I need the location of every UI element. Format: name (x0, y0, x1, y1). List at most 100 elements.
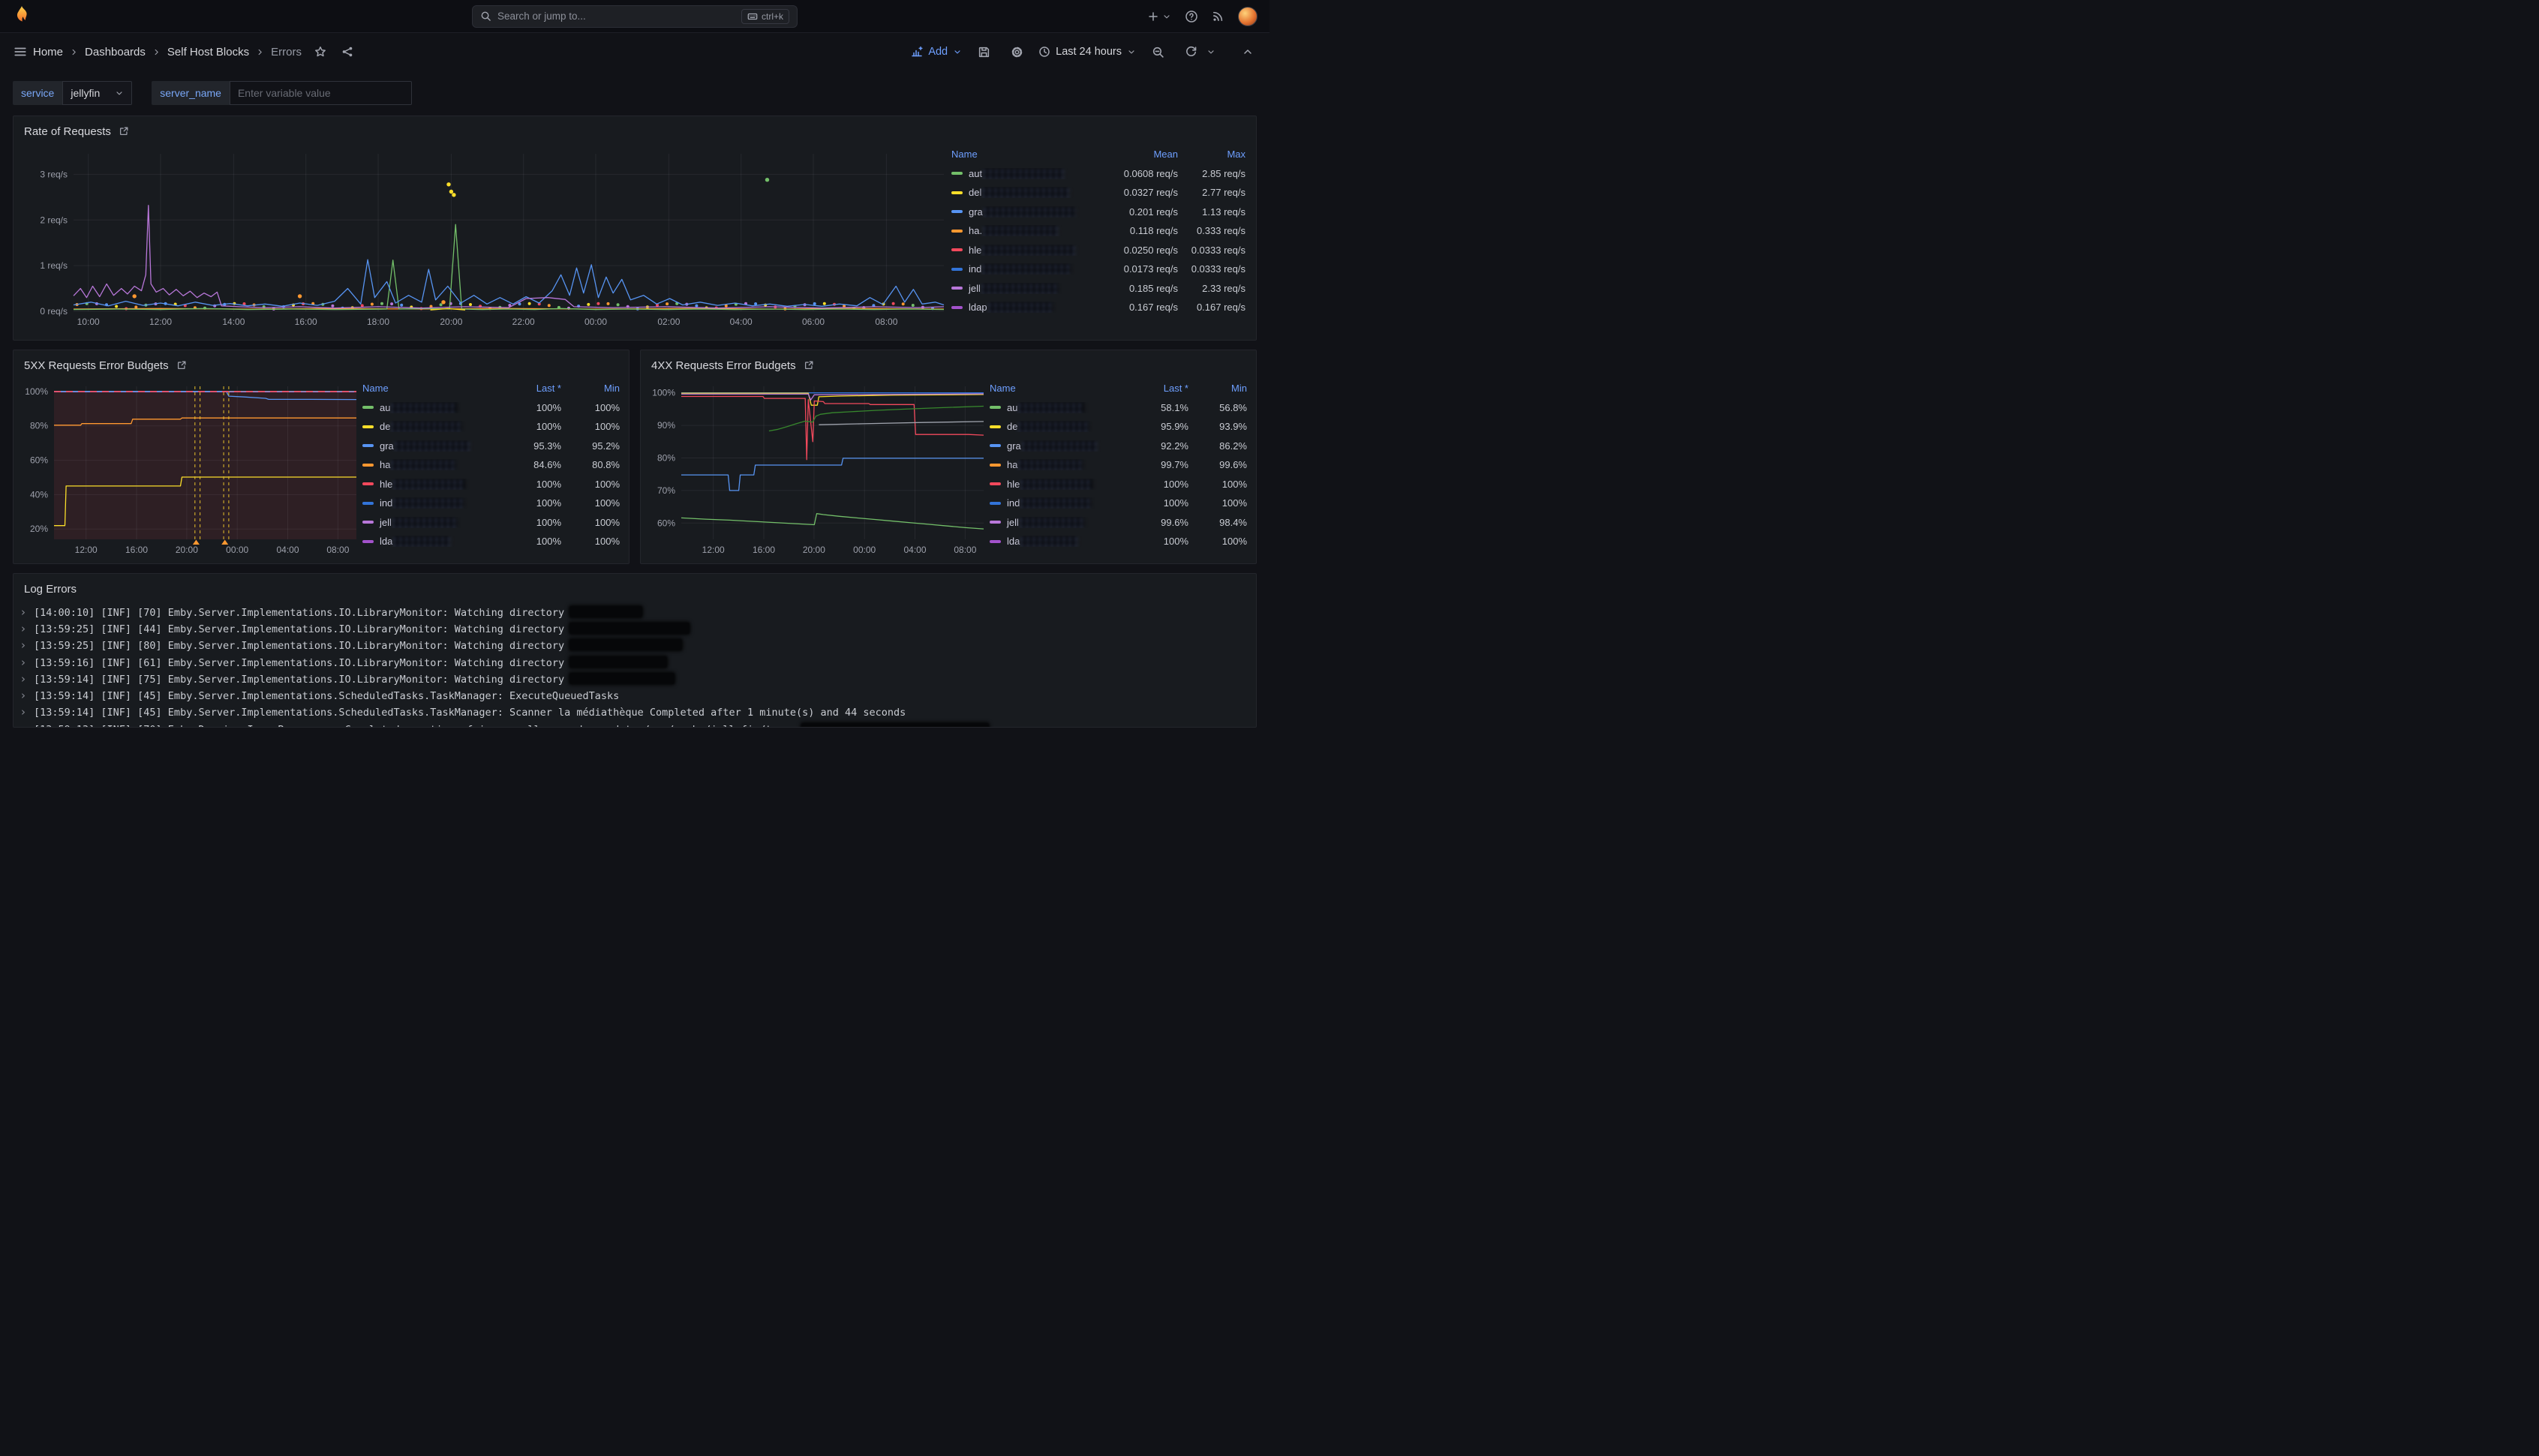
legend-row[interactable]: ha 99.7% 99.6% (990, 455, 1247, 475)
log-line[interactable]: ›[13:59:25] [INF] [44] Emby.Server.Imple… (21, 620, 1245, 637)
legend-row[interactable]: ind 0.0173 req/s 0.0333 req/s (951, 260, 1245, 279)
external-link-icon[interactable] (176, 360, 187, 371)
svg-text:08:00: 08:00 (875, 317, 897, 327)
redacted-series-name (1020, 517, 1084, 528)
svg-text:00:00: 00:00 (853, 545, 876, 555)
collapse-chevron-up-icon[interactable] (1236, 41, 1259, 63)
add-button[interactable]: Add (911, 46, 962, 58)
redacted-series-name (391, 421, 461, 432)
redacted-text (569, 639, 682, 650)
breadcrumb-self-host-blocks[interactable]: Self Host Blocks (167, 46, 249, 59)
expand-chevron-icon[interactable]: › (21, 623, 27, 635)
redacted-text (569, 623, 690, 634)
legend-row[interactable]: gra 92.2% 86.2% (990, 437, 1247, 456)
series-name-prefix: ha (1007, 459, 1017, 470)
favorite-star-icon[interactable] (309, 41, 332, 63)
panel-title[interactable]: 4XX Requests Error Budgets (651, 359, 796, 372)
legend-value-2: 100% (1188, 497, 1247, 509)
external-link-icon[interactable] (119, 126, 129, 137)
expand-chevron-icon[interactable]: › (21, 707, 27, 718)
add-panel-icon (911, 46, 923, 58)
time-range-picker[interactable]: Last 24 hours (1038, 46, 1136, 58)
service-picker[interactable]: jellyfin (62, 81, 132, 105)
redacted-series-name (982, 263, 1071, 275)
expand-chevron-icon[interactable]: › (21, 657, 27, 668)
legend-row[interactable]: lda 100% 100% (362, 532, 620, 551)
legend-row[interactable]: au 100% 100% (362, 398, 620, 418)
user-avatar[interactable] (1238, 7, 1257, 26)
rate-chart[interactable]: 0 req/s1 req/s2 req/s3 req/s10:0012:0014… (14, 142, 951, 338)
expand-chevron-icon[interactable]: › (21, 674, 27, 685)
panel-title[interactable]: Log Errors (24, 583, 77, 596)
save-icon[interactable] (972, 41, 995, 63)
legend-row[interactable]: hle 100% 100% (990, 475, 1247, 494)
panel-header: Log Errors (14, 574, 1256, 599)
zoom-out-icon[interactable] (1146, 41, 1169, 63)
series-swatch (362, 406, 374, 409)
legend-row[interactable]: hle 0.0250 req/s 0.0333 req/s (951, 241, 1245, 260)
svg-text:70%: 70% (657, 485, 675, 496)
log-line[interactable]: ›[13:59:14] [INF] [75] Emby.Server.Imple… (21, 671, 1245, 687)
legend-row[interactable]: ha 84.6% 80.8% (362, 455, 620, 475)
settings-gear-icon[interactable] (1005, 41, 1028, 63)
4xx-chart[interactable]: 60%70%80%90%100%12:0016:0020:0000:0004:0… (641, 376, 990, 564)
legend-row[interactable]: del 0.0327 req/s 2.77 req/s (951, 183, 1245, 203)
grafana-logo[interactable] (12, 5, 32, 28)
legend-row[interactable]: ind 100% 100% (990, 494, 1247, 513)
external-link-icon[interactable] (804, 360, 814, 371)
redacted-series-name (1018, 421, 1089, 432)
help-icon[interactable] (1185, 10, 1198, 23)
log-line[interactable]: ›[13:59:13] [INF] [70] Emby.Drawing.Imag… (21, 721, 1245, 728)
share-icon[interactable] (336, 41, 359, 63)
series-name-prefix: ind (380, 497, 392, 509)
breadcrumb-dashboards[interactable]: Dashboards (85, 46, 146, 59)
legend-row[interactable]: gra 95.3% 95.2% (362, 437, 620, 456)
legend-row[interactable]: jell 99.6% 98.4% (990, 513, 1247, 533)
search-input[interactable] (497, 11, 735, 22)
svg-text:80%: 80% (657, 453, 675, 464)
series-name-prefix: au (380, 402, 390, 413)
search-box[interactable]: ctrl+k (472, 5, 798, 28)
legend-value-2: 98.4% (1188, 517, 1247, 528)
legend-row[interactable]: de 95.9% 93.9% (990, 417, 1247, 437)
log-line[interactable]: ›[14:00:10] [INF] [70] Emby.Server.Imple… (21, 604, 1245, 620)
legend-row[interactable]: ldap 0.167 req/s 0.167 req/s (951, 298, 1245, 317)
panel-title[interactable]: 5XX Requests Error Budgets (24, 359, 169, 372)
refresh-icon[interactable] (1179, 41, 1202, 63)
legend-row[interactable]: de 100% 100% (362, 417, 620, 437)
series-swatch (951, 287, 963, 290)
legend-row[interactable]: ind 100% 100% (362, 494, 620, 513)
news-icon[interactable] (1212, 10, 1224, 23)
log-line[interactable]: ›[13:59:25] [INF] [80] Emby.Server.Imple… (21, 638, 1245, 654)
expand-chevron-icon[interactable]: › (21, 690, 27, 701)
legend-row[interactable]: hle 100% 100% (362, 475, 620, 494)
panel-title[interactable]: Rate of Requests (24, 125, 111, 138)
legend-row[interactable]: gra 0.201 req/s 1.13 req/s (951, 203, 1245, 222)
new-button[interactable] (1147, 11, 1171, 23)
legend-row[interactable]: lda 100% 100% (990, 532, 1247, 551)
series-swatch (951, 306, 963, 309)
legend-row[interactable]: ha. 0.118 req/s 0.333 req/s (951, 221, 1245, 241)
breadcrumb-home[interactable]: Home (33, 46, 63, 59)
legend-row[interactable]: jell 0.185 req/s 2.33 req/s (951, 279, 1245, 299)
refresh-interval-caret[interactable] (1206, 47, 1215, 56)
server-name-input[interactable] (230, 81, 412, 105)
legend-row[interactable]: aut 0.0608 req/s 2.85 req/s (951, 164, 1245, 184)
panel-4xx-error-budgets: 4XX Requests Error Budgets 60%70%80%90%1… (640, 350, 1257, 564)
log-line[interactable]: ›[13:59:16] [INF] [61] Emby.Server.Imple… (21, 654, 1245, 671)
menu-icon[interactable] (9, 41, 32, 63)
legend-row[interactable]: jell 100% 100% (362, 513, 620, 533)
series-name-prefix: ldap (969, 302, 987, 313)
legend-value-1: 100% (489, 479, 561, 490)
expand-chevron-icon[interactable]: › (21, 607, 27, 618)
5xx-chart[interactable]: 20%40%60%80%100%12:0016:0020:0000:0004:0… (14, 376, 362, 564)
svg-text:00:00: 00:00 (584, 317, 607, 327)
series-swatch (362, 502, 374, 505)
expand-chevron-icon[interactable]: › (21, 640, 27, 651)
log-line[interactable]: ›[13:59:14] [INF] [45] Emby.Server.Imple… (21, 704, 1245, 721)
log-line[interactable]: ›[13:59:14] [INF] [45] Emby.Server.Imple… (21, 687, 1245, 704)
legend-row[interactable]: au 58.1% 56.8% (990, 398, 1247, 418)
legend-value-2: 80.8% (561, 459, 620, 470)
legend-value-2: 100% (1188, 536, 1247, 547)
expand-chevron-icon[interactable]: › (21, 724, 27, 728)
